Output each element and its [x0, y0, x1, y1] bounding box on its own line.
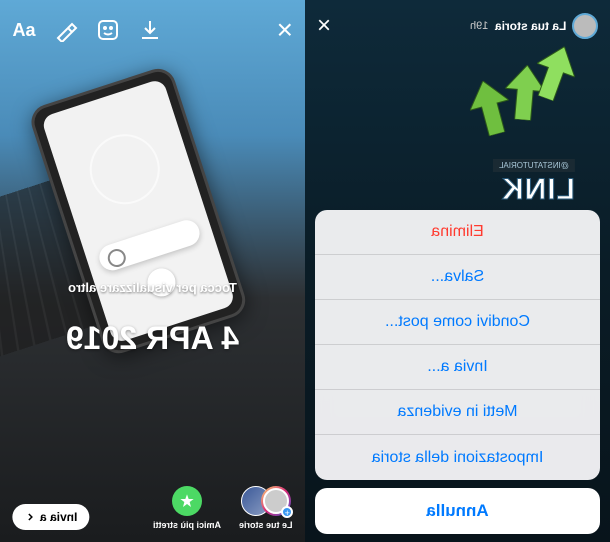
save-option[interactable]: Salva...: [315, 255, 600, 300]
star-icon: [172, 486, 202, 516]
arrow-graphics: [470, 45, 580, 155]
story-viewer-screen: × 19h La tua storia @INSTATUTORIAL LINK …: [305, 0, 610, 542]
plus-icon: +: [281, 506, 293, 518]
link-graphic: @INSTATUTORIAL LINK: [493, 155, 575, 207]
highlight-option[interactable]: Metti in evidenza: [315, 390, 600, 435]
close-editor-button[interactable]: ×: [277, 14, 293, 46]
close-friends-destination[interactable]: Amici più stretti: [153, 486, 221, 530]
send-to-option[interactable]: Invia a...: [315, 345, 600, 390]
text-tool-icon[interactable]: Aa: [12, 18, 36, 42]
story-header: × 19h La tua storia: [317, 12, 598, 40]
editor-toolbar: Aa ×: [12, 14, 293, 46]
link-title: LINK: [493, 173, 575, 207]
link-subtitle: @INSTATUTORIAL: [493, 159, 575, 172]
your-stories-label: Le tue storie: [239, 520, 293, 530]
story-settings-option[interactable]: Impostazioni della storia: [315, 435, 600, 480]
tap-hint-label: Tocca per visualizzare altro: [0, 280, 305, 295]
close-friends-label: Amici più stretti: [153, 520, 221, 530]
story-avatar-icon: +: [261, 486, 291, 516]
action-sheet: Elimina Salva... Condivi come post... In…: [315, 210, 600, 534]
close-story-button[interactable]: ×: [317, 12, 331, 40]
cancel-button[interactable]: Annulla: [315, 488, 600, 534]
your-stories-destination[interactable]: + Le tue storie: [239, 486, 293, 530]
action-sheet-options: Elimina Salva... Condivi come post... In…: [315, 210, 600, 480]
story-author[interactable]: 19h La tua storia: [470, 13, 598, 39]
story-username-label: La tua storia: [495, 19, 566, 33]
send-to-button[interactable]: Invia a: [12, 504, 89, 530]
story-editor-screen: Aa × Tocca per visualizzare altro 4 APR …: [0, 0, 305, 542]
editor-bottom-bar: Invia a Amici più stretti + Le tue stori…: [12, 486, 293, 530]
delete-option[interactable]: Elimina: [315, 210, 600, 255]
download-tool-icon[interactable]: [138, 18, 162, 42]
sticker-tool-icon[interactable]: [96, 18, 120, 42]
share-as-post-option[interactable]: Condivi come post...: [315, 300, 600, 345]
draw-tool-icon[interactable]: [54, 18, 78, 42]
send-to-label: Invia a: [40, 510, 77, 524]
avatar: [572, 13, 598, 39]
story-time-label: 19h: [470, 20, 488, 32]
memory-date-label: 4 APR 2019: [0, 320, 305, 357]
